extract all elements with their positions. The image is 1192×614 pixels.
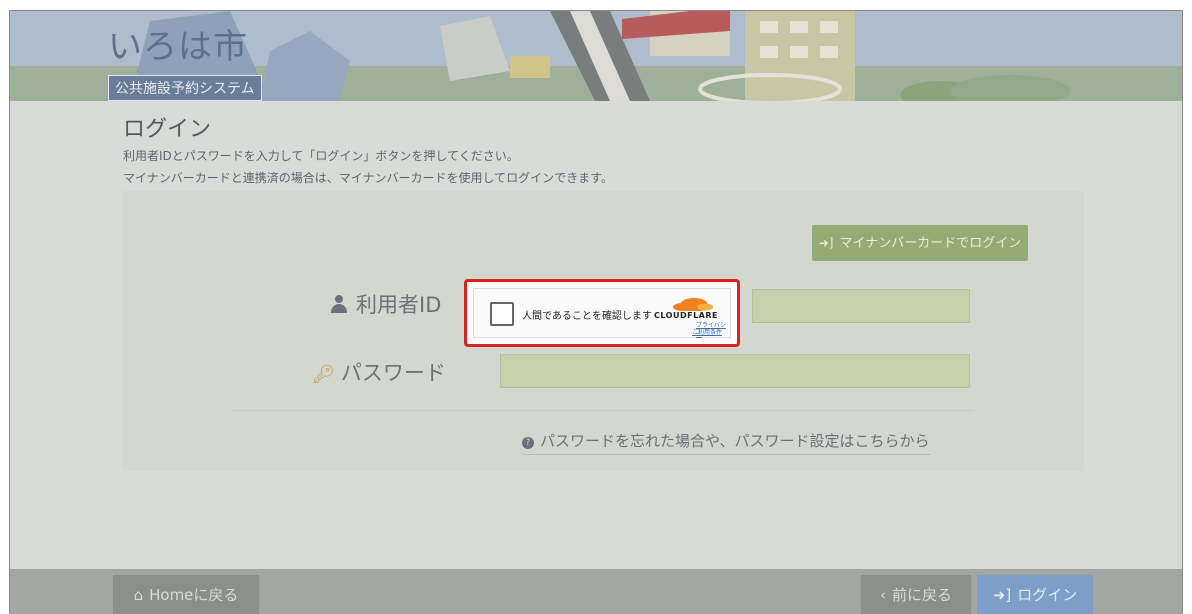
user-icon	[330, 295, 348, 313]
question-circle-icon: ?	[522, 437, 534, 449]
turnstile-widget: 人間であることを確認します CLOUDFLARE プライバシー ご利用条件	[473, 288, 731, 338]
footer-bar: ⌂ Homeに戻る ‹ 前に戻る ➜] ログイン	[10, 569, 1182, 614]
password-label: パスワード	[340, 361, 446, 385]
cloudflare-wordmark: CLOUDFLARE	[654, 311, 718, 320]
login-button[interactable]: ➜] ログイン	[977, 575, 1093, 614]
forgot-password-link[interactable]: ? パスワードを忘れた場合や、パスワード設定はこちらから	[522, 430, 930, 455]
chevron-left-icon: ‹	[879, 586, 886, 604]
turnstile-highlight: 人間であることを確認します CLOUDFLARE プライバシー ご利用条件	[464, 279, 740, 347]
userid-label-row: 利用者ID	[330, 289, 441, 319]
password-input[interactable]	[500, 354, 970, 388]
back-button-label: 前に戻る	[891, 586, 952, 604]
home-button-label: Homeに戻る	[149, 586, 239, 604]
header-banner: いろは市 公共施設予約システム	[10, 11, 1182, 101]
description-line-1: 利用者IDとパスワードを入力して「ログイン」ボタンを押してください。	[123, 149, 519, 163]
page-title: ログイン	[123, 117, 212, 142]
mynumber-login-label: マイナンバーカードでログイン	[839, 236, 1022, 251]
forgot-password-label: パスワードを忘れた場合や、パスワード設定はこちらから	[540, 432, 930, 450]
back-button[interactable]: ‹ 前に戻る	[861, 575, 971, 614]
home-icon: ⌂	[133, 586, 144, 604]
terms-link[interactable]: ご利用条件	[692, 327, 722, 336]
password-label-row: 🔑︎ パスワード	[312, 357, 446, 387]
turnstile-label: 人間であることを確認します	[522, 311, 652, 322]
human-verification-checkbox[interactable]	[490, 302, 514, 326]
mynumber-login-button[interactable]: ➜] マイナンバーカードでログイン	[812, 225, 1028, 261]
description-line-2: マイナンバーカードと連携済の場合は、マイナンバーカードを使用してログインできます…	[123, 171, 613, 185]
sign-in-icon: ➜]	[818, 236, 834, 250]
divider	[232, 410, 974, 411]
userid-input[interactable]	[752, 289, 970, 323]
home-button[interactable]: ⌂ Homeに戻る	[113, 575, 259, 614]
login-button-label: ログイン	[1017, 586, 1078, 604]
key-icon: 🔑︎	[312, 364, 335, 385]
cloudflare-logo-icon	[673, 298, 713, 311]
userid-label: 利用者ID	[356, 293, 442, 317]
sign-in-icon: ➜]	[992, 586, 1012, 604]
city-name: いろは市	[108, 27, 248, 67]
system-name: 公共施設予約システム	[108, 75, 262, 101]
